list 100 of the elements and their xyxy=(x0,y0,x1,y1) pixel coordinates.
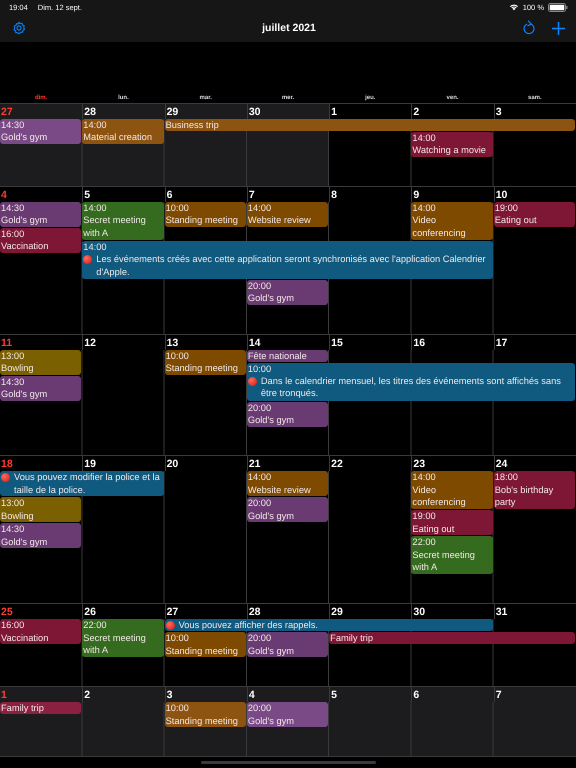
day-header[interactable]: 5 xyxy=(82,186,165,202)
day-header[interactable]: 21 xyxy=(246,456,330,472)
day-header[interactable]: 7 xyxy=(246,186,330,202)
event-title: Fête nationale xyxy=(248,350,307,362)
day-header[interactable]: 27 xyxy=(164,604,247,620)
day-header[interactable]: 2 xyxy=(411,104,494,119)
event-chip[interactable]: 19:00 Eating out xyxy=(494,202,575,227)
day-header[interactable]: 12 xyxy=(82,334,165,350)
event-chip[interactable]: Family trip xyxy=(329,632,575,644)
event-chip[interactable]: 14:30 Gold's gym xyxy=(0,523,82,548)
day-header[interactable]: 14 xyxy=(246,334,330,350)
settings-icon[interactable] xyxy=(12,21,26,35)
event-chip[interactable]: 14:00 Secret meeting with A xyxy=(82,202,164,240)
event-chip[interactable]: 16:00 Vaccination xyxy=(0,228,82,253)
dot-icon xyxy=(83,255,92,264)
day-header[interactable]: 18 xyxy=(0,456,82,472)
day-header[interactable]: 22 xyxy=(329,456,412,472)
day-header[interactable]: 29 xyxy=(329,604,412,620)
event-chip[interactable]: 16:00 Vaccination xyxy=(0,619,82,644)
day-header[interactable]: 29 xyxy=(164,104,247,119)
day-header[interactable]: 19 xyxy=(82,456,165,472)
event-chip[interactable]: 20:00 Gold's gym xyxy=(246,402,328,427)
day-header[interactable]: 4 xyxy=(246,687,330,702)
day-header[interactable]: 3 xyxy=(164,687,247,702)
day-header[interactable]: 6 xyxy=(411,687,494,702)
event-chip[interactable]: 13:00 Bowling xyxy=(0,350,82,375)
event-chip[interactable]: 13:00 Bowling xyxy=(0,497,82,522)
event-title: Vaccination xyxy=(1,240,48,253)
day-header[interactable]: 25 xyxy=(0,604,82,620)
event-time: 14:00 xyxy=(412,202,436,214)
event-chip[interactable]: 14:00 Watching a movie xyxy=(411,132,493,157)
event-chip[interactable]: 14:00 Material creation xyxy=(82,119,164,144)
day-number: 22 xyxy=(330,457,343,470)
event-title: Material creation xyxy=(83,131,152,144)
day-header[interactable]: 27 xyxy=(0,104,82,119)
event-title: Secret meeting with A xyxy=(412,548,476,574)
event-chip[interactable]: Fête nationale xyxy=(246,350,328,362)
event-chip[interactable]: 20:00 Gold's gym xyxy=(246,632,328,658)
day-header[interactable]: 23 xyxy=(411,456,494,472)
event-chip[interactable]: 20:00 Gold's gym xyxy=(246,280,328,305)
event-chip[interactable]: 14:30 Gold's gym xyxy=(0,376,82,401)
event-title: Business trip xyxy=(166,119,219,131)
event-chip[interactable]: Vous pouvez afficher des rappels. xyxy=(164,619,493,632)
battery-icon xyxy=(548,2,568,12)
event-title: Website review xyxy=(248,484,311,496)
day-number: 16 xyxy=(412,336,426,349)
event-chip[interactable]: Family trip xyxy=(0,702,82,714)
dot-icon xyxy=(248,377,257,386)
event-chip[interactable]: 19:00 Eating out xyxy=(411,510,493,536)
day-header[interactable]: 8 xyxy=(329,186,412,202)
event-time: 14:00 xyxy=(412,471,436,484)
event-chip[interactable]: 20:00 Gold's gym xyxy=(246,497,328,522)
day-header[interactable]: 4 xyxy=(0,186,82,202)
event-chip[interactable]: 14:00 Website review xyxy=(246,202,328,227)
event-time: 14:30 xyxy=(1,202,24,214)
event-chip[interactable]: 10:00 Standing meeting xyxy=(164,202,246,227)
day-header[interactable]: 20 xyxy=(164,456,247,472)
day-header[interactable]: 13 xyxy=(164,334,247,350)
day-header[interactable]: 6 xyxy=(164,186,247,202)
event-chip[interactable]: 14:00 Website review xyxy=(246,471,328,496)
event-chip[interactable]: 22:00 Secret meeting with A xyxy=(82,619,164,658)
day-header[interactable]: 1 xyxy=(0,687,82,702)
day-header[interactable]: 16 xyxy=(411,334,494,350)
event-chip[interactable]: 20:00 Gold's gym xyxy=(246,702,328,728)
event-chip[interactable]: 14:30 Gold's gym xyxy=(0,119,82,144)
day-header[interactable]: 28 xyxy=(82,104,165,119)
event-chip[interactable]: 10:00 Standing meeting xyxy=(164,702,246,728)
event-time: 10:00 xyxy=(166,202,189,214)
day-header[interactable]: 1 xyxy=(329,104,412,119)
event-title: Standing meeting xyxy=(166,214,238,227)
event-chip[interactable]: 14:00 Video conferencing xyxy=(411,471,493,510)
event-chip[interactable]: 10:00 Standing meeting xyxy=(164,632,246,658)
month-title: juillet 2021 xyxy=(261,22,317,34)
event-chip[interactable]: 14:00 Video conferencing xyxy=(411,202,493,240)
day-header[interactable]: 30 xyxy=(246,104,330,119)
day-number: 8 xyxy=(330,188,337,201)
day-header[interactable]: 30 xyxy=(411,604,494,620)
day-header[interactable]: 5 xyxy=(329,687,412,702)
day-header[interactable]: 11 xyxy=(0,334,82,350)
day-header[interactable]: 2 xyxy=(82,687,165,702)
day-header[interactable]: 9 xyxy=(411,186,494,202)
refresh-icon[interactable] xyxy=(522,20,536,36)
day-header[interactable]: 28 xyxy=(246,604,330,620)
event-title: Standing meeting xyxy=(166,362,238,374)
event-time: 14:00 xyxy=(83,240,107,254)
event-chip[interactable]: 14:30 Gold's gym xyxy=(0,202,82,227)
event-time: 14:30 xyxy=(1,523,24,536)
event-chip[interactable]: 10:00 Standing meeting xyxy=(164,350,246,375)
day-header[interactable]: 15 xyxy=(329,334,412,350)
event-chip[interactable]: 22:00 Secret meeting with A xyxy=(411,536,493,574)
event-title: Secret meeting with A xyxy=(83,632,147,657)
event-chip[interactable]: 14:00 Les événements créés avec cette application seront synchronisés avec l'application Calendrier d'Apple. xyxy=(82,240,493,279)
day-header[interactable]: 24 xyxy=(494,456,576,472)
event-chip[interactable]: Business trip xyxy=(164,119,575,131)
day-number: 26 xyxy=(83,605,96,618)
event-chip[interactable]: 10:00 Dans le calendrier mensuel, les titres des événements sont affichés sans être tronqués. xyxy=(246,362,575,401)
event-chip[interactable]: 18:00 Bob's birthday party xyxy=(494,471,575,510)
day-header[interactable]: 26 xyxy=(82,604,165,620)
add-icon[interactable] xyxy=(552,22,565,34)
day-number: 6 xyxy=(412,688,420,702)
